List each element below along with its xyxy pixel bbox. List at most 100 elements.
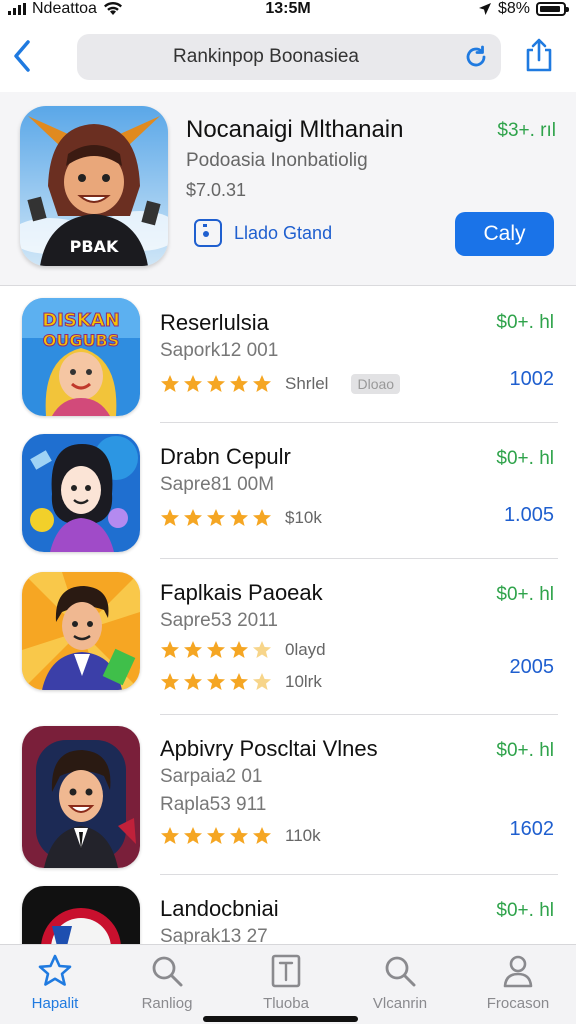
share-button[interactable] [522, 36, 556, 74]
app-price: $0+. hl [496, 448, 554, 469]
search-query: Rankinpop Boonasiea [173, 46, 359, 67]
svg-text:OUGUBS: OUGUBS [43, 331, 119, 350]
tab-search[interactable]: Vlcanrin [355, 953, 445, 1012]
divider [160, 558, 558, 559]
featured-app-price: $3+. rıl [497, 120, 556, 141]
rating-count: Shrlel [285, 374, 329, 393]
rating-count: 0layd [285, 640, 326, 659]
star-icon [230, 827, 248, 844]
list-item[interactable]: Drabn Cepulr Sapre81 00M $10k $0+. hl 1.… [0, 432, 576, 559]
star-icon [230, 375, 248, 392]
document-icon [271, 954, 301, 988]
star-icon [207, 509, 225, 526]
tab-tluoba[interactable]: Tluoba [241, 953, 331, 1012]
app-price: $0+. hl [496, 740, 554, 761]
app-icon[interactable]: DISKAN OUGUBS [22, 298, 140, 416]
star-icon [161, 827, 179, 844]
rating-row: 110k [160, 826, 321, 846]
app-icon[interactable] [22, 886, 140, 944]
search-icon [152, 956, 183, 987]
star-half-icon [253, 641, 271, 658]
app-count: 1602 [509, 818, 555, 840]
app-price: $0+. hl [496, 900, 554, 921]
featured-app-icon[interactable]: PBAK [20, 106, 168, 266]
stand-label: Llado Gtand [234, 222, 333, 243]
tab-label: Frocason [486, 995, 550, 1012]
star-icon [207, 827, 225, 844]
chevron-left-icon [14, 40, 30, 72]
rating-row: 10lrk [160, 672, 322, 692]
divider [160, 422, 558, 423]
app-subtitle: Sapre53 2011 [160, 610, 278, 631]
list-item[interactable]: DISKAN OUGUBS Reserlulsia Sapork12 001 S… [0, 296, 576, 423]
star-icon [253, 827, 271, 844]
app-title: Landocbniai [160, 896, 279, 921]
tag-badge: Dloao [351, 374, 401, 394]
app-price: $0+. hl [496, 584, 554, 605]
home-indicator [203, 1016, 358, 1022]
app-subtitle: Sapre81 00M [160, 474, 275, 495]
search-icon [385, 956, 416, 987]
svg-text:DISKAN: DISKAN [42, 310, 120, 331]
star-icon [184, 641, 202, 658]
tab-label: Hapalit [31, 995, 79, 1012]
app-count: 2005 [509, 656, 555, 678]
location-icon [478, 3, 491, 15]
app-icon[interactable] [22, 726, 140, 868]
star-icon [184, 827, 202, 844]
app-title: Apbivry Poscltai Vlnes [160, 736, 378, 761]
star-icon [161, 641, 179, 658]
person-icon [503, 955, 533, 988]
app-subtitle: Saprak13 27 [160, 926, 268, 944]
app-subtitle: Sapork12 001 [160, 340, 279, 361]
tab-label: Vlcanrin [372, 995, 428, 1012]
featured-app-subtitle: Podoasia Inonbatiolig [186, 150, 368, 171]
app-icon[interactable] [22, 572, 140, 690]
featured-app-price-detail: $7.0.31 [186, 180, 247, 200]
star-icon [207, 673, 225, 690]
tab-bar: Hapalit Ranliog Tluoba Vlcanrin Frocason [0, 944, 576, 1024]
app-price: $0+. hl [496, 312, 554, 333]
star-icon [161, 509, 179, 526]
featured-app-title: Nocanaigi Mlthanain [186, 116, 404, 143]
app-subtitle-secondary: Raplа53 911 [160, 794, 267, 815]
stand-link[interactable]: Llado Gtand [194, 216, 332, 250]
list-item[interactable]: Landocbniai Saprak13 27 $0+. hl [0, 884, 576, 944]
list-item[interactable]: Faplkais Paoeak Sapre53 2011 0layd 10lrk… [0, 568, 576, 715]
tab-label: Tluoba [263, 995, 309, 1012]
divider [160, 714, 558, 715]
get-button[interactable]: Caly [455, 212, 554, 256]
rating-row: 0layd [160, 640, 326, 660]
info-box-icon [194, 219, 222, 247]
star-icon [253, 375, 271, 392]
star-icon [207, 375, 225, 392]
star-icon [230, 641, 248, 658]
tab-label: Ranliog [141, 995, 193, 1012]
app-count: 1002 [509, 368, 555, 390]
tab-ranking[interactable]: Ranliog [122, 953, 212, 1012]
rating-count: 10lrk [285, 672, 322, 691]
status-bar: Ndeattoa 13:5M $8% [0, 0, 576, 22]
list-item[interactable]: Apbivry Poscltai Vlnes Sarpaia2 01 Raplа… [0, 724, 576, 875]
star-icon [253, 509, 271, 526]
divider [160, 874, 558, 875]
star-icon [184, 673, 202, 690]
tab-profile[interactable]: Frocason [473, 953, 563, 1012]
app-subtitle: Sarpaia2 01 [160, 766, 263, 787]
share-icon [526, 38, 552, 72]
rating-row: Shrlel Dloao [160, 374, 401, 394]
refresh-icon[interactable] [463, 44, 489, 70]
star-icon [230, 673, 248, 690]
star-icon [161, 673, 179, 690]
tab-featured[interactable]: Hapalit [10, 953, 100, 1012]
featured-app-card[interactable]: PBAK Nocanaigi Mlthanain Podoasia Inonba… [0, 92, 576, 286]
search-bar[interactable]: Rankinpop Boonasiea [77, 34, 501, 80]
battery-icon [536, 2, 569, 16]
star-icon [230, 509, 248, 526]
app-title: Reserlulsia [160, 310, 269, 335]
star-half-icon [253, 673, 271, 690]
star-icon [161, 375, 179, 392]
back-button[interactable] [8, 36, 38, 76]
app-icon[interactable] [22, 434, 140, 552]
svg-text:PBAK: PBAK [70, 237, 119, 256]
